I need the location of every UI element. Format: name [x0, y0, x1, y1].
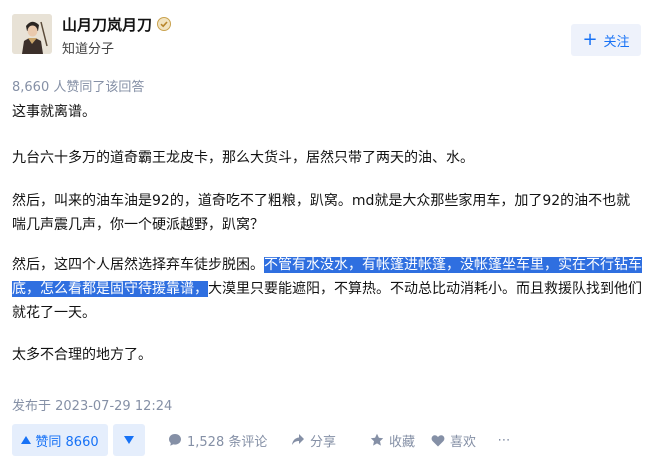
star-icon — [370, 433, 384, 446]
like-button[interactable]: 喜欢 — [431, 424, 476, 456]
comment-button[interactable]: 1,528 条评论 — [168, 424, 267, 456]
heart-icon — [431, 434, 445, 446]
verified-badge-icon — [157, 16, 171, 31]
favorite-label: 收藏 — [389, 434, 416, 450]
comment-icon — [169, 434, 181, 446]
paragraph: 然后，这四个人居然选择弃车徒步脱困。不管有水没水，有帐篷进帐篷，没帐篷坐车里，实… — [12, 253, 642, 325]
author-title: 知道分子 — [62, 42, 115, 57]
follow-button[interactable]: + 关注 — [571, 24, 641, 56]
follow-label: 关注 — [603, 34, 630, 50]
paragraph-text: 然后，这四个人居然选择弃车徒步脱困。 — [12, 257, 264, 273]
publish-time[interactable]: 发布于 2023-07-29 12:24 — [12, 395, 172, 414]
answer-header: 山月刀岚月刀 知道分子 + 关注 — [0, 0, 660, 70]
vote-down-button[interactable] — [113, 424, 145, 456]
more-icon: ⋯ — [497, 432, 511, 448]
triangle-up-icon — [21, 436, 32, 444]
paragraph: 九台六十多万的道奇霸王龙皮卡，那么大货斗，居然只带了两天的油、水。 — [12, 150, 474, 166]
likes-summary: 8,660 人赞同了该回答 — [12, 80, 145, 95]
share-icon — [292, 434, 304, 445]
more-button[interactable]: ⋯ — [492, 424, 516, 456]
share-button[interactable]: 分享 — [291, 424, 336, 456]
share-label: 分享 — [310, 434, 337, 450]
favorite-button[interactable]: 收藏 — [370, 424, 415, 456]
paragraph: 然后，叫来的油车油是92的，道奇吃不了粗粮，趴窝。md就是大众那些家用车，加了9… — [12, 193, 631, 233]
vote-up-button[interactable]: 赞同 8660 — [12, 424, 108, 456]
avatar[interactable] — [12, 14, 52, 54]
triangle-down-icon — [124, 436, 134, 444]
plus-icon: + — [582, 29, 598, 50]
comment-label: 1,528 条评论 — [187, 434, 268, 450]
paragraph: 太多不合理的地方了。 — [12, 347, 152, 363]
action-bar: 赞同 8660 1,528 条评论 分享 收藏 喜欢 ⋯ — [12, 424, 652, 456]
like-label: 喜欢 — [450, 434, 477, 450]
vote-up-label: 赞同 8660 — [35, 434, 99, 450]
author-name[interactable]: 山月刀岚月刀 — [62, 14, 152, 35]
paragraph: 这事就离谱。 — [12, 104, 96, 120]
